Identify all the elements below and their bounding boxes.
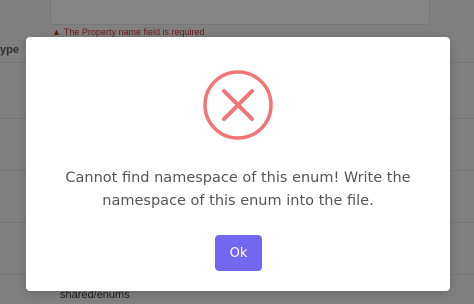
error-dialog: Cannot find namespace of this enum! Writ… <box>26 37 450 291</box>
dialog-message: Cannot find namespace of this enum! Writ… <box>65 170 411 209</box>
error-x-circle-icon <box>202 69 274 141</box>
ok-button[interactable]: Ok <box>215 235 262 271</box>
